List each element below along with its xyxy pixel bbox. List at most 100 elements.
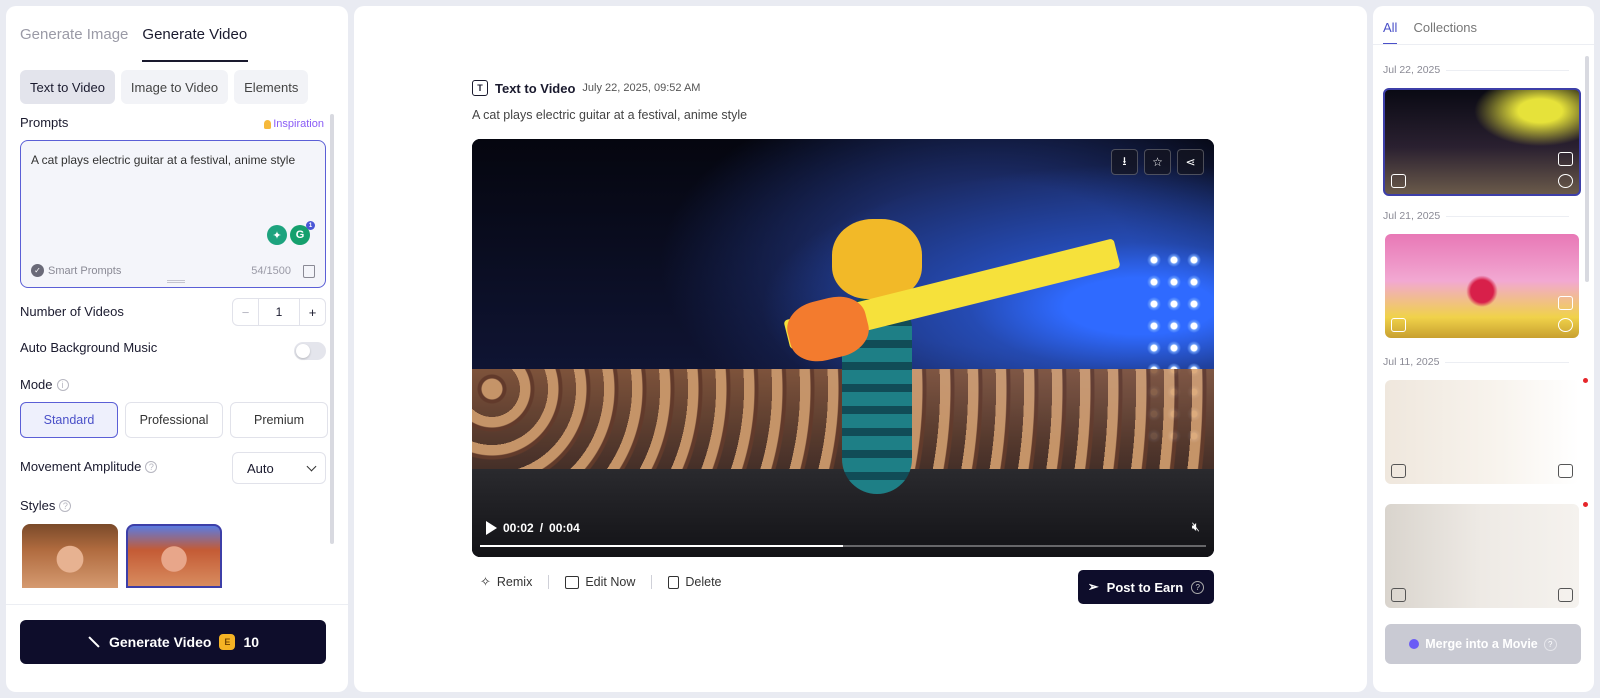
style-option-anime[interactable] bbox=[126, 524, 222, 588]
history-thumbnail[interactable] bbox=[1383, 88, 1581, 196]
divider bbox=[1373, 44, 1594, 45]
prompt-input[interactable]: A cat plays electric guitar at a festiva… bbox=[20, 140, 326, 288]
inspiration-label: Inspiration bbox=[273, 118, 324, 130]
film-icon[interactable] bbox=[1558, 464, 1573, 478]
history-thumbnail[interactable] bbox=[1385, 234, 1579, 338]
time-separator: / bbox=[539, 521, 544, 535]
mode-label-row: Mode i bbox=[20, 377, 69, 392]
tab-elements[interactable]: Elements bbox=[234, 70, 309, 104]
generate-video-label: Generate Video bbox=[108, 634, 212, 650]
number-of-videos-value[interactable]: 1 bbox=[259, 299, 300, 325]
divider bbox=[6, 604, 348, 605]
tab-generate-image[interactable]: Generate Image bbox=[20, 16, 128, 62]
styles-label: Styles bbox=[20, 498, 56, 513]
grammarly-widget[interactable]: ✦ G1 bbox=[267, 221, 315, 245]
film-icon[interactable] bbox=[1558, 152, 1573, 166]
tab-generate-video[interactable]: Generate Video bbox=[142, 16, 249, 62]
prompt-text[interactable]: A cat plays electric guitar at a festiva… bbox=[31, 153, 295, 167]
movement-label-row: Movement Amplitude ? bbox=[20, 459, 158, 474]
merge-into-movie-button[interactable]: Merge into a Movie ? bbox=[1385, 624, 1581, 664]
date-group-label: Jul 22, 2025 bbox=[1383, 64, 1569, 76]
lightbulb-icon[interactable]: ✦ bbox=[267, 225, 287, 245]
current-time: 00:02 bbox=[503, 521, 534, 535]
info-icon[interactable]: i bbox=[56, 378, 69, 391]
send-icon: ➢ bbox=[1087, 579, 1099, 594]
mode-professional-button[interactable]: Professional bbox=[125, 402, 223, 438]
chevron-down-icon bbox=[306, 461, 317, 472]
mode-selector: Standard Professional Premium bbox=[20, 402, 328, 438]
styles-label-row: Styles ? bbox=[20, 498, 72, 513]
notification-badge: 1 bbox=[306, 221, 315, 230]
help-icon[interactable]: ? bbox=[1543, 637, 1557, 651]
tab-image-to-video[interactable]: Image to Video bbox=[120, 70, 229, 104]
post-to-earn-label: Post to Earn bbox=[1106, 579, 1184, 595]
film-icon[interactable] bbox=[1558, 588, 1573, 602]
trash-icon[interactable] bbox=[303, 265, 315, 278]
help-icon[interactable]: ? bbox=[145, 460, 158, 473]
result-description: A cat plays electric guitar at a festiva… bbox=[472, 108, 748, 122]
tab-all[interactable]: All bbox=[1383, 20, 1398, 45]
playback-controls: 00:02 / 00:04 bbox=[486, 521, 580, 535]
result-date: July 22, 2025, 09:52 AM bbox=[582, 82, 701, 94]
remix-button[interactable]: ✧ Remix bbox=[480, 574, 532, 590]
unread-dot bbox=[1583, 378, 1588, 383]
smart-prompts-toggle[interactable]: ✓ Smart Prompts bbox=[31, 264, 121, 277]
share-icon[interactable] bbox=[1558, 318, 1573, 332]
date-group-label: Jul 11, 2025 bbox=[1383, 356, 1569, 368]
scrollbar[interactable] bbox=[1585, 56, 1589, 282]
edit-now-label: Edit Now bbox=[585, 575, 636, 589]
text-to-video-icon bbox=[1391, 318, 1406, 332]
sparkle-icon: ✧ bbox=[480, 574, 491, 589]
share-icon[interactable] bbox=[1558, 174, 1573, 188]
video-actions: ⭳ ☆ ⋖ bbox=[1111, 149, 1204, 175]
smart-prompts-label: Smart Prompts bbox=[48, 264, 122, 277]
remix-label: Remix bbox=[496, 575, 533, 589]
result-actions: ✧ Remix Edit Now Delete bbox=[480, 574, 722, 590]
decrement-button[interactable]: − bbox=[233, 299, 259, 325]
tab-text-to-video[interactable]: Text to Video bbox=[20, 70, 115, 104]
scrollbar[interactable] bbox=[330, 114, 334, 544]
merge-label: Merge into a Movie bbox=[1425, 637, 1538, 651]
star-icon[interactable]: ☆ bbox=[1144, 149, 1171, 175]
post-to-earn-button[interactable]: ➢ Post to Earn ? bbox=[1078, 570, 1214, 604]
text-to-video-icon: T bbox=[472, 80, 488, 96]
generate-panel: Generate Image Generate Video Text to Vi… bbox=[6, 6, 348, 692]
edit-now-button[interactable]: Edit Now bbox=[565, 575, 635, 589]
date-group-label: Jul 21, 2025 bbox=[1383, 210, 1569, 222]
movement-select[interactable]: Auto bbox=[232, 452, 326, 484]
history-thumbnail[interactable] bbox=[1385, 380, 1579, 484]
help-icon[interactable]: ? bbox=[59, 499, 72, 512]
progress-fill bbox=[480, 545, 843, 547]
grammarly-icon[interactable]: G1 bbox=[290, 221, 315, 245]
film-icon[interactable] bbox=[1558, 296, 1573, 310]
merge-icon bbox=[1409, 639, 1420, 649]
delete-button[interactable]: Delete bbox=[668, 575, 722, 589]
char-count: 54/1500 bbox=[251, 265, 291, 277]
share-icon[interactable]: ⋖ bbox=[1177, 149, 1204, 175]
history-thumbnail[interactable] bbox=[1385, 504, 1579, 608]
mute-icon[interactable]: 🔇︎ bbox=[1192, 519, 1200, 535]
bg-music-toggle[interactable] bbox=[294, 342, 326, 360]
image-icon bbox=[1391, 464, 1406, 478]
delete-label: Delete bbox=[685, 575, 722, 589]
progress-bar[interactable] bbox=[480, 545, 1206, 547]
download-icon[interactable]: ⭳ bbox=[1111, 149, 1138, 175]
style-option-realistic[interactable] bbox=[22, 524, 118, 588]
divider bbox=[651, 575, 653, 589]
mode-premium-button[interactable]: Premium bbox=[230, 402, 328, 438]
number-of-videos-stepper: − 1 + bbox=[232, 298, 326, 326]
video-player[interactable]: ⭳ ☆ ⋖ 00:02 / 00:04 🔇︎ bbox=[472, 139, 1214, 557]
help-icon[interactable]: ? bbox=[1191, 580, 1205, 594]
video-mode-tabs: Text to Video Image to Video Elements bbox=[20, 70, 309, 104]
trash-icon bbox=[668, 575, 680, 589]
increment-button[interactable]: + bbox=[300, 299, 325, 325]
play-icon[interactable] bbox=[486, 521, 497, 535]
image-icon bbox=[1391, 588, 1406, 602]
resize-handle[interactable] bbox=[167, 280, 185, 283]
generate-tabs: Generate Image Generate Video bbox=[20, 16, 249, 62]
tab-collections[interactable]: Collections bbox=[1413, 20, 1477, 45]
inspiration-link[interactable]: Inspiration bbox=[264, 118, 324, 130]
generate-video-button[interactable]: Generate Video E 10 bbox=[20, 620, 326, 664]
mode-standard-button[interactable]: Standard bbox=[20, 402, 118, 438]
mode-label: Mode bbox=[20, 377, 53, 392]
